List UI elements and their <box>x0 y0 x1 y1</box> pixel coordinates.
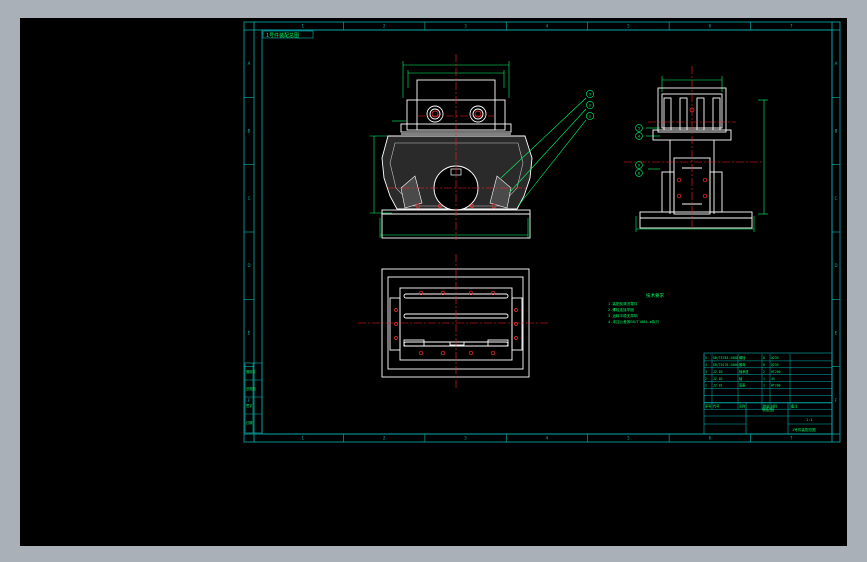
drawing-name: 装配图 <box>762 406 774 412</box>
zone-letter: B <box>248 129 251 134</box>
parts-cell: 8 <box>763 356 765 360</box>
top-view-centerlines <box>358 254 550 390</box>
balloon-number: 1 <box>589 113 592 118</box>
zone-letter: F <box>835 398 838 403</box>
cad-viewport[interactable]: 11223344556677AABBCCDDEEFF 1号件装配总图 借用件 旧底… <box>20 18 847 546</box>
title-block: 5 GB/T5783-2000 螺栓 8 Q235 4 GB/T6170-2000 螺母 8 Q2… <box>703 352 833 435</box>
parts-cell: 螺母 <box>739 362 745 367</box>
zone-number: 6 <box>709 24 712 29</box>
parts-cell: JZ-01 <box>713 384 723 388</box>
side-view-balloons: 5 4 9 8 <box>635 124 643 177</box>
parts-cell: 轴 <box>739 376 742 381</box>
revision-label: 旧底图 <box>246 386 256 391</box>
zone-letter: A <box>835 61 838 66</box>
parts-cell: 1 <box>763 377 765 381</box>
zone-number: 5 <box>627 436 630 441</box>
balloon-number: 9 <box>638 163 641 167</box>
sheet-frame <box>243 21 841 443</box>
zone-letter: F <box>248 398 251 403</box>
zone-number: 3 <box>464 24 467 29</box>
zone-number: 3 <box>464 436 467 441</box>
parts-cell: 8 <box>763 363 765 367</box>
technical-requirements: 技术要求 1.装配前清洗零件 2.螺栓连接牢固 3.运转平稳无异响 4.未注公差… <box>608 292 664 324</box>
tech-line-4: 4.未注公差按GB/T1804-m执行 <box>608 319 660 324</box>
zone-markers: 11223344556677A AB BC CD DE EF F <box>244 22 840 442</box>
zone-number: 4 <box>546 24 549 29</box>
zone-number: 7 <box>790 436 793 441</box>
balloon-number: 4 <box>638 134 641 138</box>
parts-cell: GB/T6170-2000 <box>713 363 738 367</box>
parts-cell: HT200 <box>771 370 781 374</box>
parts-cell: Q235 <box>771 363 779 367</box>
parts-cell: 5 <box>705 356 707 360</box>
parts-cell: 底座 <box>739 383 746 388</box>
zone-number: 1 <box>301 24 304 29</box>
parts-cell: HT200 <box>771 384 781 388</box>
parts-cell: 45 <box>771 377 775 381</box>
zone-letter: C <box>248 196 251 201</box>
zone-number: 6 <box>709 436 712 441</box>
parts-cell: 轴承座 <box>739 369 749 374</box>
balloon-number: 3 <box>589 91 592 96</box>
zone-number: 2 <box>383 436 386 441</box>
parts-header-cell: 备注 <box>791 403 798 408</box>
side-view-centerlines <box>624 66 762 230</box>
parts-header-cell: 序号 <box>705 403 711 408</box>
parts-cell: 1 <box>705 384 707 388</box>
zone-number: 2 <box>383 24 386 29</box>
zone-letter: D <box>247 263 250 268</box>
tech-line-2: 2.螺栓连接牢固 <box>608 307 634 312</box>
zone-letter: C <box>835 196 838 201</box>
parts-cell: JZ-03 <box>713 370 723 374</box>
corner-label-box: 1号件装配总图 <box>262 30 314 39</box>
cad-drawing: 11223344556677A AB BC CD DE EF F 1号件装配总图 借用件旧底… <box>243 21 841 443</box>
balloon-number: 5 <box>638 126 640 130</box>
parts-cell: 4 <box>705 363 707 367</box>
zone-letter: E <box>835 331 838 336</box>
tech-heading: 技术要求 <box>646 292 664 299</box>
tech-line-3: 3.运转平稳无异响 <box>608 313 638 318</box>
side-housing <box>639 87 753 229</box>
balloon-number: 8 <box>638 171 641 175</box>
tech-line-1: 1.装配前清洗零件 <box>608 301 638 306</box>
zone-letter: A <box>248 61 251 66</box>
parts-header-cell: 代号 <box>713 403 719 408</box>
parts-cell: Q235 <box>771 356 779 360</box>
drawing-scale: 1:1 <box>806 418 813 422</box>
revision-label: 日期 <box>246 420 252 425</box>
front-view-balloons: 3 2 1 <box>586 90 594 120</box>
side-view: 5 4 9 8 <box>624 66 768 232</box>
zone-number: 1 <box>301 436 304 441</box>
revision-label: 借用件 <box>246 369 256 374</box>
machine-body <box>381 135 533 211</box>
parts-cell: 1 <box>763 384 765 388</box>
parts-cell: 3 <box>705 370 707 374</box>
balloon-number: 2 <box>589 102 592 107</box>
side-view-dimensions <box>635 76 768 232</box>
zone-letter: D <box>834 263 837 268</box>
drawing-number: 1号件装配总图 <box>792 427 816 432</box>
parts-cell: 2 <box>763 370 765 374</box>
parts-cell: JZ-02 <box>713 377 723 381</box>
top-view <box>358 254 550 390</box>
front-view: 3 2 1 <box>370 54 594 240</box>
zone-letter: B <box>835 129 838 134</box>
parts-cell: 2 <box>705 377 707 381</box>
revision-label: 签字 <box>246 403 252 408</box>
zone-number: 5 <box>627 24 630 29</box>
zone-letter: E <box>248 331 251 336</box>
parts-cell: GB/T5783-2000 <box>713 356 738 360</box>
zone-number: 7 <box>790 24 793 29</box>
parts-cell: 螺栓 <box>739 355 746 360</box>
corner-label: 1号件装配总图 <box>266 32 299 39</box>
parts-header-cell: 名称 <box>739 403 746 408</box>
zone-number: 4 <box>546 436 549 441</box>
